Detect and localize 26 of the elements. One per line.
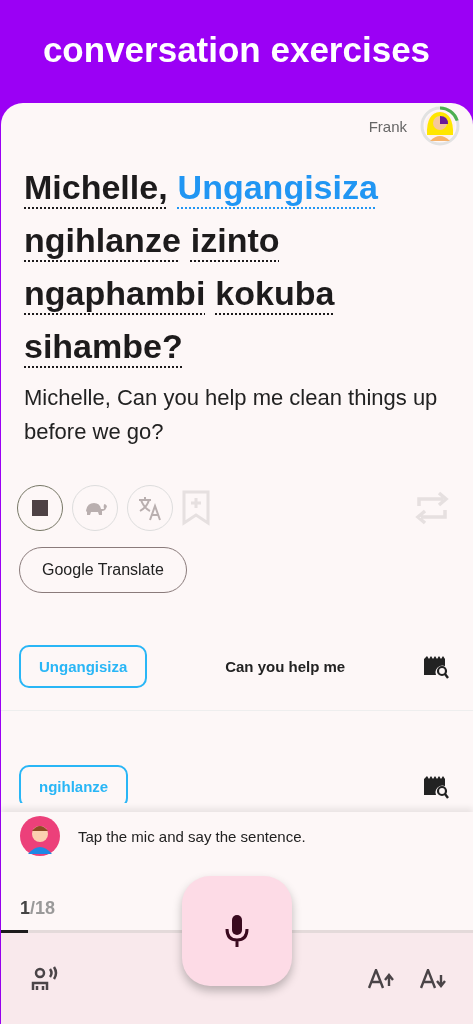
font-increase-button[interactable] <box>368 968 394 989</box>
coach-avatar <box>20 816 60 856</box>
mic-button[interactable] <box>182 876 292 986</box>
translation-text: Michelle, Can you help me clean things up before we go? <box>23 384 439 446</box>
sentence-word[interactable]: kokuba <box>215 267 335 320</box>
word-meaning: Can you help me <box>224 658 347 675</box>
sentence-word[interactable]: izinto <box>190 214 280 267</box>
screen-title: conversation exercises <box>42 30 431 70</box>
coach-message: Tap the mic and say the sentence. <box>78 827 306 845</box>
sentence-word[interactable]: ngaphambi <box>24 267 206 320</box>
mic-icon <box>225 914 249 948</box>
user-name: Frank <box>368 117 407 135</box>
font-decrease-button[interactable] <box>420 968 446 989</box>
clapperboard-search-icon[interactable] <box>423 654 449 679</box>
translate-icon <box>137 495 163 521</box>
stop-icon <box>32 500 48 516</box>
sentence-word[interactable]: sihambe? <box>24 320 183 373</box>
turtle-icon <box>83 500 107 516</box>
sentence-word[interactable]: ngihlanze <box>24 214 181 267</box>
clapperboard-search-icon[interactable] <box>423 774 449 799</box>
progress-counter: 1/18 <box>20 898 56 919</box>
voice-button[interactable] <box>31 965 59 992</box>
sentence-word[interactable]: Michelle, <box>24 161 168 214</box>
font-increase-icon <box>368 968 394 989</box>
font-decrease-icon <box>420 968 446 989</box>
person-voice-icon <box>31 965 59 992</box>
